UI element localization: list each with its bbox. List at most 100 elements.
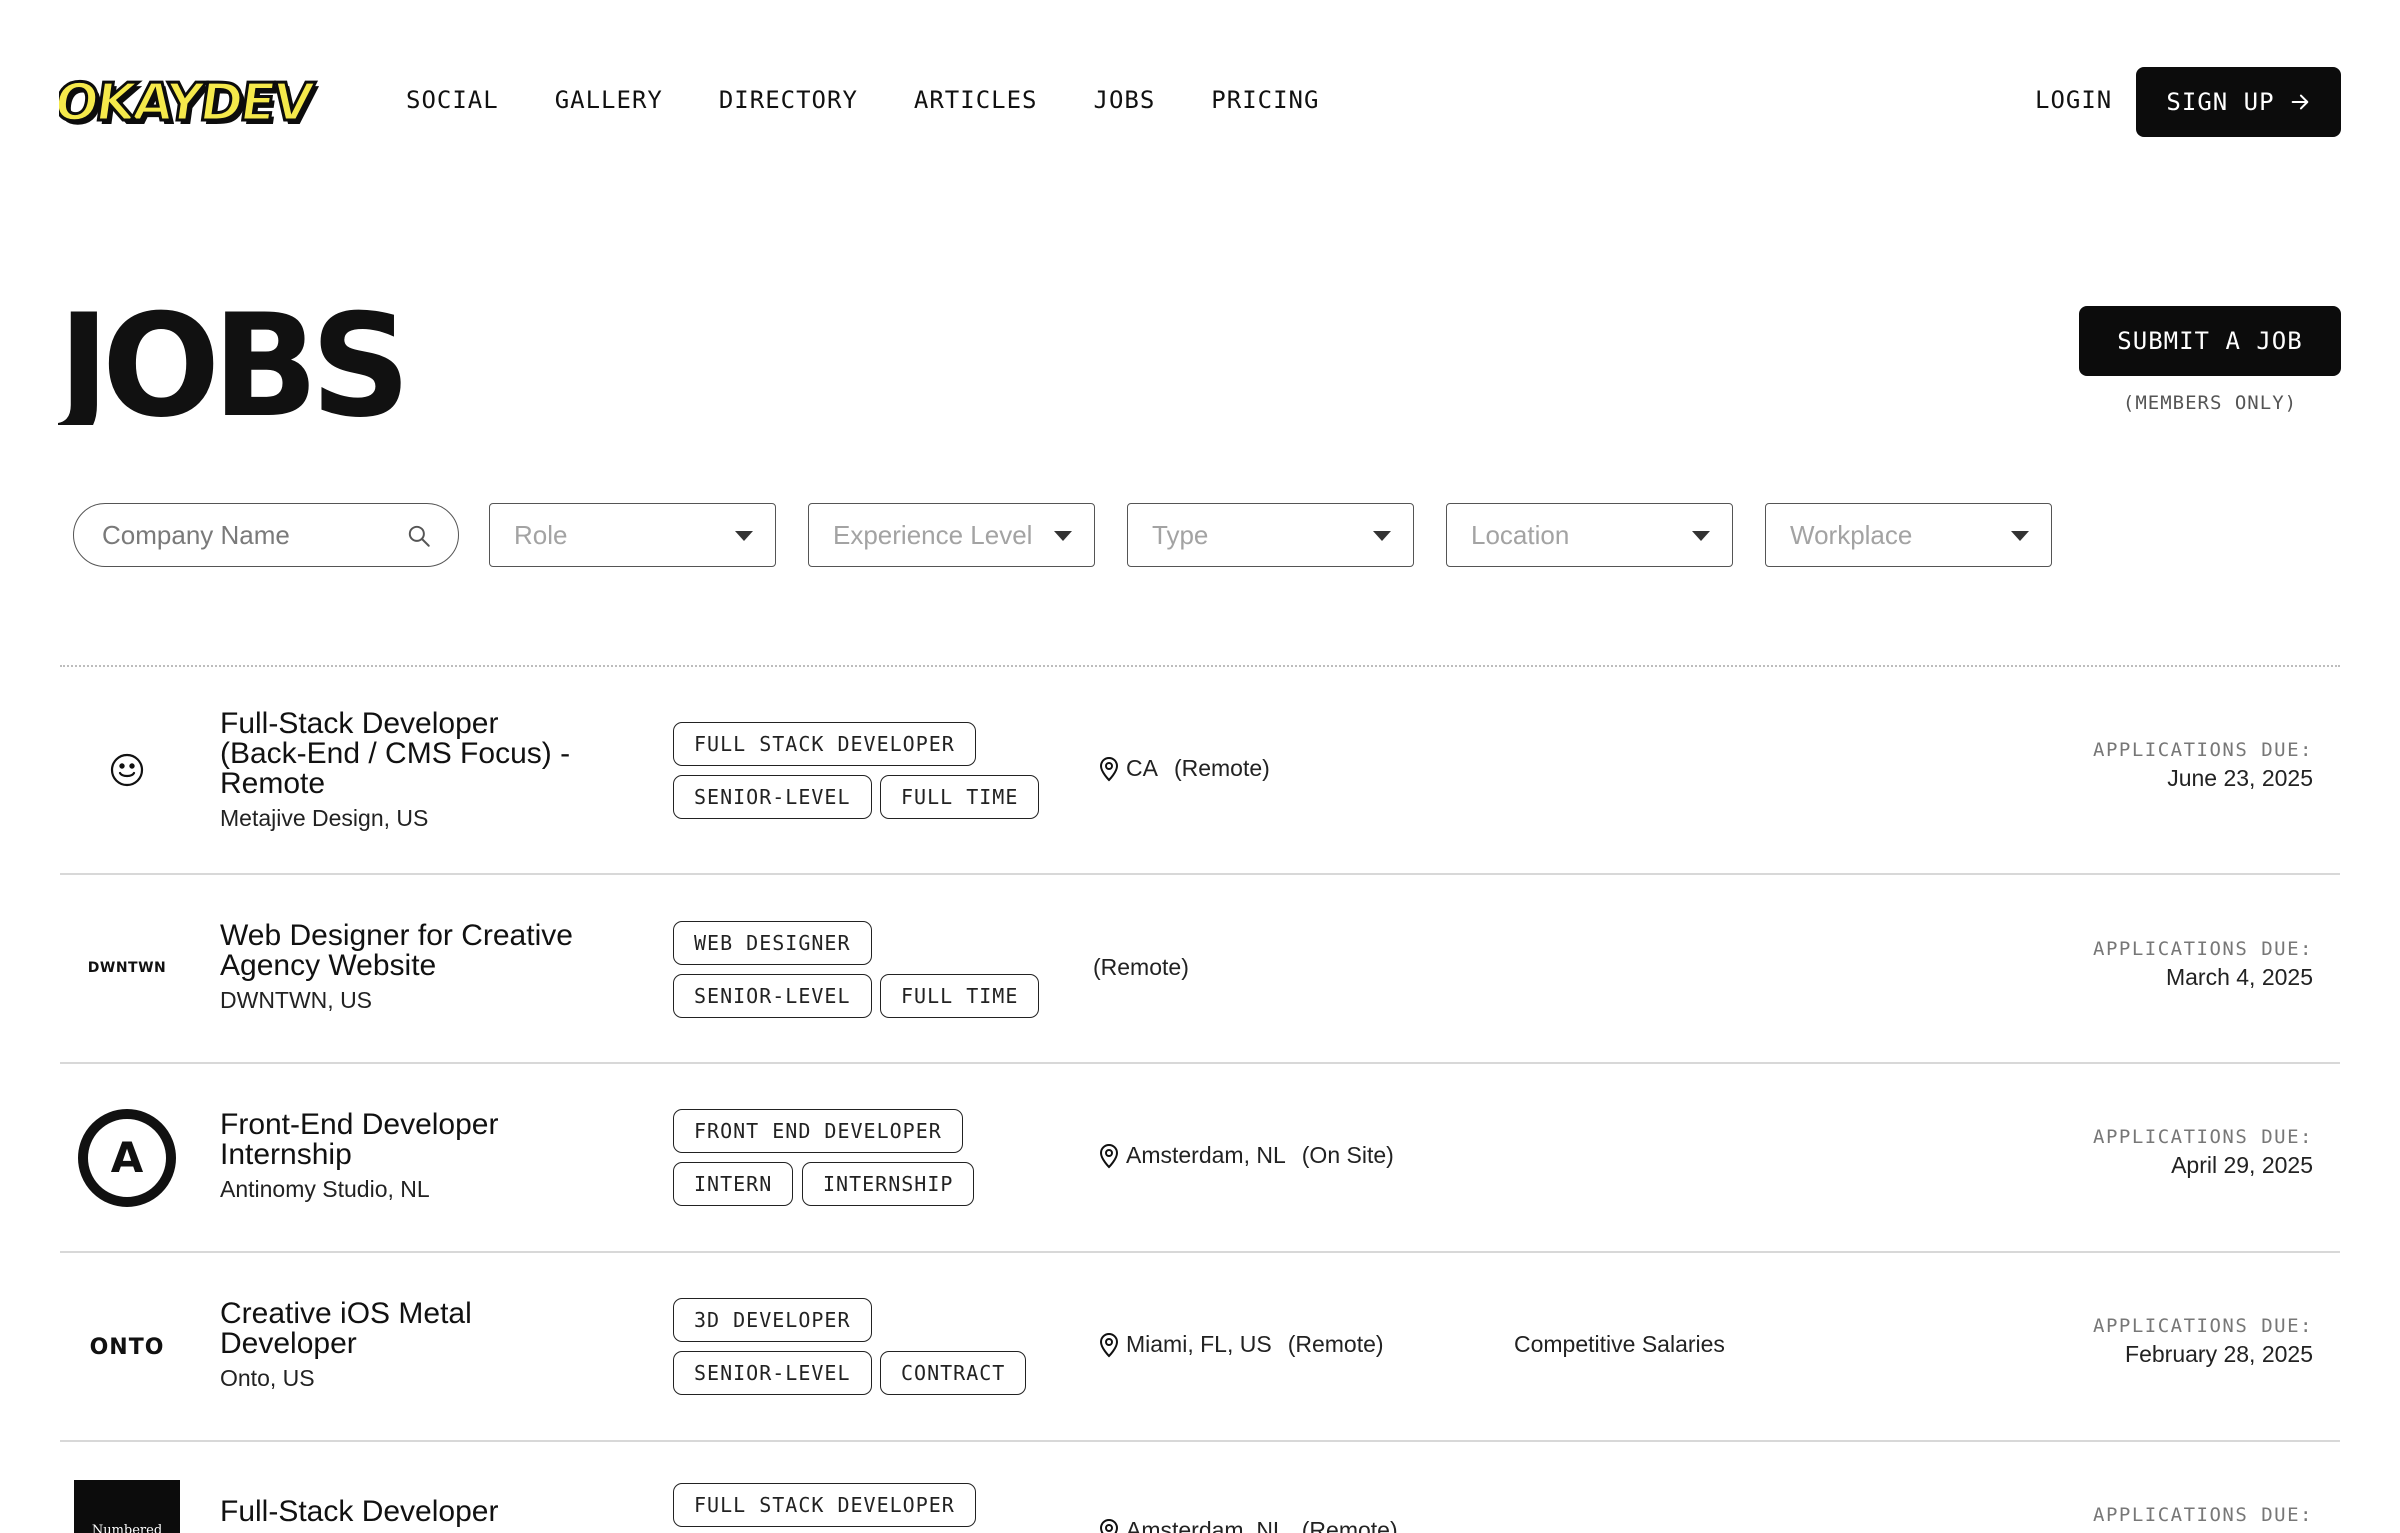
nav-pricing[interactable]: PRICING [1211, 86, 1319, 114]
location-text: Amsterdam, NL [1126, 1517, 1286, 1533]
company-search-input[interactable] [102, 519, 382, 551]
nav-jobs[interactable]: JOBS [1094, 86, 1156, 114]
workplace-text: (Remote) [1301, 1517, 1398, 1533]
signup-label: SIGN UP [2166, 88, 2275, 116]
type-tag[interactable]: INTERNSHIP [802, 1162, 975, 1206]
company-logo: Numbered [74, 1480, 180, 1533]
location-select-value: Location [1471, 519, 1570, 550]
job-titles: Creative iOS Metal Developer Onto, US [220, 1299, 640, 1394]
main-nav: SOCIAL GALLERY DIRECTORY ARTICLES JOBS P… [406, 86, 1375, 114]
job-title-line: Full-Stack Developer [220, 1495, 499, 1528]
workplace-select[interactable]: Workplace [1765, 503, 2052, 567]
company-logo-text: Numbered [91, 1522, 163, 1533]
caret-down-icon [1692, 531, 1710, 541]
role-tag[interactable]: FULL STACK DEVELOPER [673, 722, 976, 766]
type-select[interactable]: Type [1127, 503, 1414, 567]
job-row[interactable]: Numbered Full-Stack Developer FULL STACK… [60, 1442, 2340, 1533]
page-title-text: JOBS [58, 300, 403, 425]
due-date: April 29, 2025 [2171, 1152, 2313, 1178]
job-title[interactable]: Creative iOS Metal Developer [220, 1299, 640, 1359]
signup-button[interactable]: SIGN UP [2136, 67, 2341, 137]
level-tag[interactable]: SENIOR-LEVEL [673, 775, 872, 819]
job-title-line: Creative iOS Metal [220, 1297, 472, 1330]
nav-directory[interactable]: DIRECTORY [719, 86, 858, 114]
caret-down-icon [2011, 531, 2029, 541]
location-text: Amsterdam, NL [1126, 1142, 1286, 1168]
workplace-text: (On Site) [1301, 1142, 1394, 1168]
job-title-line: Front-End Developer [220, 1108, 499, 1141]
location-pin-icon [1099, 1518, 1119, 1533]
submit-job-button[interactable]: SUBMIT A JOB [2079, 306, 2341, 376]
due-date: February 28, 2025 [2125, 1341, 2313, 1367]
job-row[interactable]: DWNTWN Web Designer for Creative Agency … [60, 875, 2340, 1064]
job-company: Antinomy Studio, NL [220, 1176, 430, 1202]
role-tag[interactable]: WEB DESIGNER [673, 921, 872, 965]
type-tag[interactable]: FULL TIME [880, 974, 1040, 1018]
role-select-value: Role [514, 519, 568, 550]
company-logo-text: ONTO [89, 1334, 165, 1360]
job-title[interactable]: Full-Stack Developer (Back-End / CMS Foc… [220, 709, 640, 799]
job-titles: Full-Stack Developer [220, 1497, 640, 1527]
due-label: APPLICATIONS DUE: [2093, 938, 2313, 960]
job-location: Amsterdam, NL (Remote) [1098, 1517, 1398, 1533]
company-search[interactable] [73, 503, 459, 567]
nav-social[interactable]: SOCIAL [406, 86, 499, 114]
job-title-line: Internship [220, 1138, 352, 1171]
type-tag[interactable]: FULL TIME [880, 775, 1040, 819]
job-company: Metajive Design, US [220, 805, 429, 831]
caret-down-icon [1373, 531, 1391, 541]
job-company: DWNTWN, US [220, 987, 373, 1013]
due-date: March 4, 2025 [2165, 964, 2313, 990]
job-row[interactable]: Full-Stack Developer (Back-End / CMS Foc… [60, 667, 2340, 875]
job-location: (Remote) [1093, 954, 1189, 981]
job-title[interactable]: Front-End Developer Internship [220, 1110, 640, 1170]
nav-gallery[interactable]: GALLERY [555, 86, 663, 114]
role-tag[interactable]: 3D DEVELOPER [673, 1298, 872, 1342]
role-select[interactable]: Role [489, 503, 776, 567]
job-location: Amsterdam, NL (On Site) [1098, 1142, 1394, 1169]
workplace-text: (Remote) [1093, 954, 1189, 980]
workplace-text: (Remote) [1173, 755, 1270, 781]
location-pin-icon [1099, 756, 1119, 781]
okaydev-logo[interactable]: OKAYDEV OKAYDEV [59, 72, 349, 130]
due-label: APPLICATIONS DUE: [2093, 1504, 2313, 1526]
login-link[interactable]: LOGIN [2035, 86, 2112, 114]
due-date: June 23, 2025 [2167, 765, 2313, 791]
due-label: APPLICATIONS DUE: [2093, 1315, 2313, 1337]
workplace-text: (Remote) [1287, 1331, 1384, 1357]
job-row[interactable]: A Front-End Developer Internship Antinom… [60, 1064, 2340, 1253]
job-location: Miami, FL, US (Remote) [1098, 1331, 1384, 1358]
job-title[interactable]: Full-Stack Developer [220, 1497, 640, 1527]
nav-articles[interactable]: ARTICLES [914, 86, 1038, 114]
salary-text: Competitive Salaries [1514, 1331, 1725, 1357]
search-icon[interactable] [406, 523, 432, 549]
level-tag[interactable]: SENIOR-LEVEL [673, 974, 872, 1018]
job-title-line: Remote [220, 767, 326, 800]
job-titles: Front-End Developer Internship Antinomy … [220, 1110, 640, 1205]
location-pin-icon [1099, 1143, 1119, 1168]
job-row[interactable]: ONTO Creative iOS Metal Developer Onto, … [60, 1253, 2340, 1442]
company-logo: ONTO [74, 1294, 180, 1400]
job-titles: Web Designer for Creative Agency Website… [220, 921, 640, 1016]
job-title-line: Full-Stack Developer [220, 707, 499, 740]
job-title-line: Web Designer for Creative [220, 919, 573, 952]
due-label: APPLICATIONS DUE: [2093, 739, 2313, 761]
company-logo-text: DWNTWN [87, 960, 167, 976]
type-tag[interactable]: CONTRACT [880, 1351, 1027, 1395]
location-pin-icon [1099, 1332, 1119, 1357]
level-tag[interactable]: SENIOR-LEVEL [673, 1351, 872, 1395]
type-select-value: Type [1152, 519, 1209, 550]
members-only-note: (MEMBERS ONLY) [2122, 392, 2298, 414]
experience-select[interactable]: Experience Level [808, 503, 1095, 567]
location-select[interactable]: Location [1446, 503, 1733, 567]
site-header: OKAYDEV OKAYDEV SOCIAL GALLERY DIRECTORY… [0, 0, 2400, 205]
role-tag[interactable]: FULL STACK DEVELOPER [673, 1483, 976, 1527]
company-logo: DWNTWN [74, 915, 180, 1021]
job-title[interactable]: Web Designer for Creative Agency Website [220, 921, 640, 981]
company-logo: A [74, 1105, 180, 1211]
role-tag[interactable]: FRONT END DEVELOPER [673, 1109, 963, 1153]
arrow-right-icon [2291, 94, 2308, 110]
level-tag[interactable]: INTERN [673, 1162, 794, 1206]
page-title: JOBS [58, 300, 408, 425]
company-logo-text: A [110, 1133, 144, 1182]
